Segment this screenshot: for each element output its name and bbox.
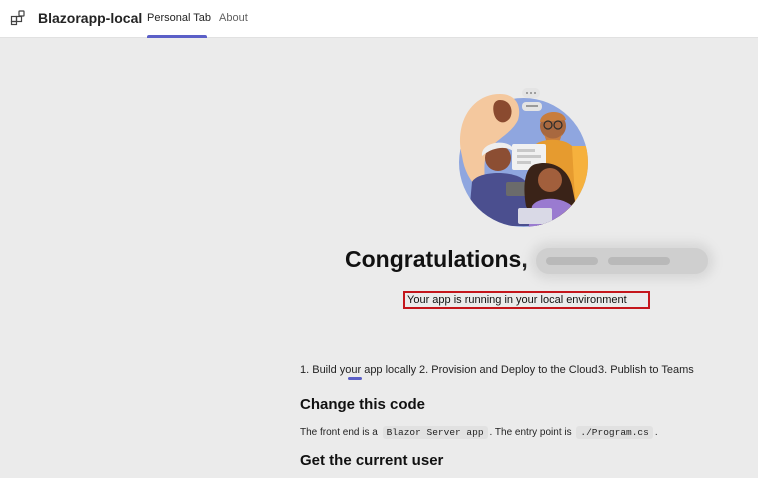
blazor-server-code: Blazor Server app bbox=[382, 426, 488, 439]
program-cs-code: ./Program.cs bbox=[576, 426, 653, 439]
entry-point-text: . The entry point is bbox=[489, 427, 572, 438]
congratulations-heading: Congratulations, bbox=[345, 246, 528, 272]
front-end-prefix: The front end is a bbox=[300, 427, 378, 438]
step-provision-deploy[interactable]: 2. Provision and Deploy to the Cloud bbox=[419, 363, 598, 377]
people-collaborating-illustration bbox=[459, 88, 588, 227]
step-build-locally[interactable]: 1. Build your app locally bbox=[300, 363, 416, 377]
blurred-user-name bbox=[536, 248, 708, 274]
current-user-heading: Get the current user bbox=[300, 452, 444, 469]
change-code-heading: Change this code bbox=[300, 396, 426, 413]
status-message: Your app is running in your local enviro… bbox=[403, 291, 650, 309]
step-selected-indicator bbox=[348, 377, 362, 380]
apps-grid-icon bbox=[10, 10, 25, 26]
tab-about[interactable]: About bbox=[219, 11, 248, 25]
tab-personal[interactable]: Personal Tab bbox=[147, 11, 211, 25]
tab-selected-indicator bbox=[147, 35, 207, 38]
step-publish-teams[interactable]: 3. Publish to Teams bbox=[598, 363, 694, 377]
app-header: Blazorapp-local Personal Tab About bbox=[0, 0, 758, 38]
front-end-paragraph: The front end is a Blazor Server app. Th… bbox=[300, 425, 658, 441]
entry-point-suffix: . bbox=[654, 427, 658, 438]
app-title: Blazorapp-local bbox=[38, 10, 143, 26]
